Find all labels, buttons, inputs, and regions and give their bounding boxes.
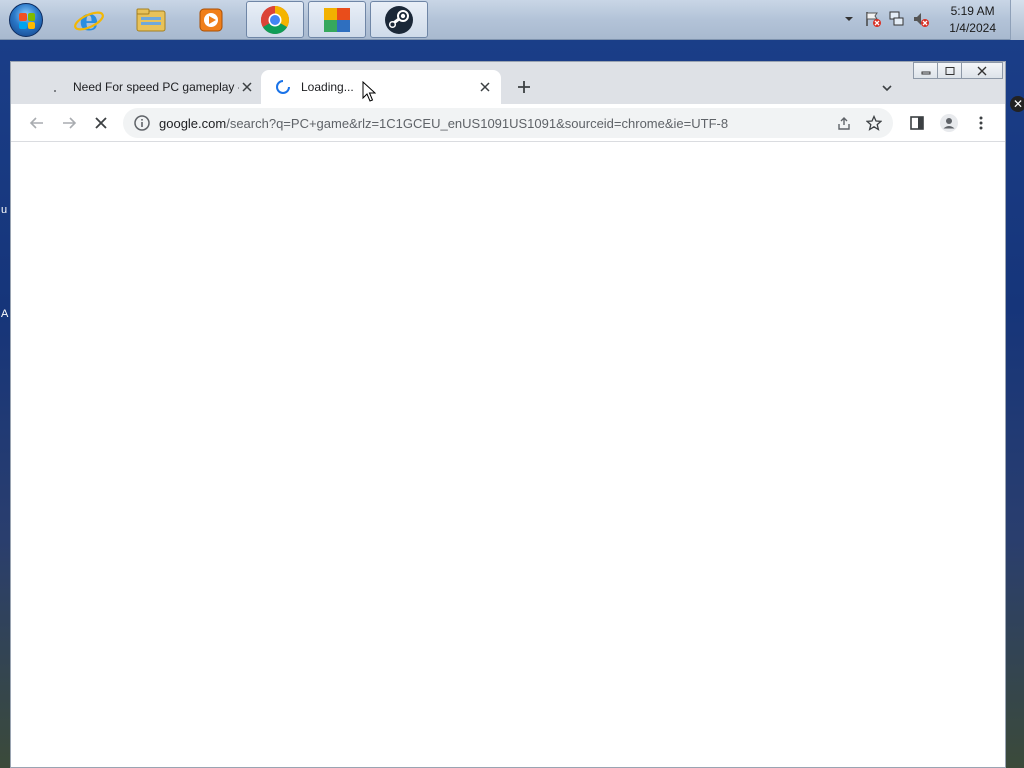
taskbar: e 5:19 AM 1/4/2024 [0, 0, 1024, 40]
bookmark-button[interactable] [863, 112, 885, 134]
steam-icon [385, 5, 413, 34]
network-icon [889, 11, 904, 26]
info-icon[interactable] [133, 114, 151, 132]
avg-taskbar-button[interactable] [308, 1, 366, 38]
share-icon [838, 117, 850, 130]
system-tray: 5:19 AM 1/4/2024 [834, 0, 1024, 40]
file-explorer-icon [136, 8, 166, 31]
chrome-icon [261, 5, 289, 34]
forward-button[interactable] [55, 109, 83, 137]
close-icon: ✕ [1012, 97, 1024, 111]
url-host: google.com [159, 115, 227, 131]
google-icon [54, 90, 56, 92]
browser-toolbar: google.com/search?q=PC+game&rlz=1C1GCEU_… [11, 104, 1005, 142]
close-icon [242, 82, 252, 92]
tab-loading[interactable]: Loading... [261, 70, 501, 104]
volume-tray-button[interactable] [912, 10, 930, 28]
stop-loading-button[interactable] [87, 109, 115, 137]
avg-antivirus-icon [324, 7, 350, 32]
new-tab-button[interactable] [513, 76, 535, 98]
loading-spinner-icon [276, 80, 290, 94]
volume-muted-icon [914, 13, 929, 27]
show-hidden-icons-button[interactable] [840, 10, 858, 28]
side-panel-button[interactable] [903, 109, 931, 137]
back-button[interactable] [23, 109, 51, 137]
chrome-window: Need For speed PC gameplay - G Loading..… [10, 61, 1006, 768]
desktop-edge-text: A [1, 308, 9, 320]
show-desktop-button[interactable] [1010, 0, 1024, 40]
tab-close-button[interactable] [239, 79, 255, 95]
mouse-cursor-icon [362, 81, 376, 102]
tab-close-button[interactable] [477, 79, 493, 95]
profile-button[interactable] [935, 109, 963, 137]
start-button[interactable] [6, 2, 46, 38]
address-bar[interactable]: google.com/search?q=PC+game&rlz=1C1GCEU_… [123, 108, 893, 138]
chevron-down-icon [845, 17, 853, 21]
stop-icon [95, 117, 107, 129]
internet-explorer-taskbar-button[interactable]: e [60, 1, 118, 38]
taskbar-clock[interactable]: 5:19 AM 1/4/2024 [949, 3, 996, 37]
media-player-taskbar-button[interactable] [182, 1, 240, 38]
share-button[interactable] [833, 112, 855, 134]
url-path: /search?q=PC+game&rlz=1C1GCEU_enUS1091US… [226, 115, 729, 131]
plus-icon [518, 81, 530, 93]
browser-menu-button[interactable] [967, 109, 995, 137]
star-icon [866, 115, 882, 131]
chrome-taskbar-button[interactable] [246, 1, 304, 38]
internet-explorer-icon: e [74, 4, 104, 36]
arrow-left-icon [29, 117, 43, 129]
clock-date: 1/4/2024 [949, 21, 996, 35]
network-tray-button[interactable] [888, 10, 906, 28]
clock-time: 5:19 AM [950, 4, 995, 18]
file-explorer-taskbar-button[interactable] [122, 1, 180, 38]
tab-need-for-speed[interactable]: Need For speed PC gameplay - G [33, 70, 263, 104]
background-window-close-button[interactable]: ✕ [1010, 96, 1024, 112]
address-url: google.com/search?q=PC+game&rlz=1C1GCEU_… [159, 116, 833, 131]
action-center-tray-button[interactable] [864, 10, 882, 28]
steam-taskbar-button[interactable] [370, 1, 428, 38]
chevron-down-icon [882, 85, 892, 92]
tab-title: Loading... [301, 80, 354, 94]
close-icon [480, 82, 490, 92]
avatar-icon [940, 114, 958, 132]
kebab-menu-icon [979, 116, 983, 130]
media-player-icon [199, 8, 223, 31]
svg-text:e: e [79, 4, 98, 36]
action-center-flag-icon [866, 12, 881, 27]
side-panel-icon [910, 116, 924, 130]
start-orb-icon [9, 3, 43, 37]
page-content-area[interactable] [11, 142, 1005, 767]
tab-search-button[interactable] [877, 78, 897, 98]
tab-strip: Need For speed PC gameplay - G Loading..… [11, 70, 1005, 104]
arrow-right-icon [63, 117, 77, 129]
tab-title: Need For speed PC gameplay - G [73, 80, 239, 94]
desktop-edge-text: u [1, 204, 8, 216]
